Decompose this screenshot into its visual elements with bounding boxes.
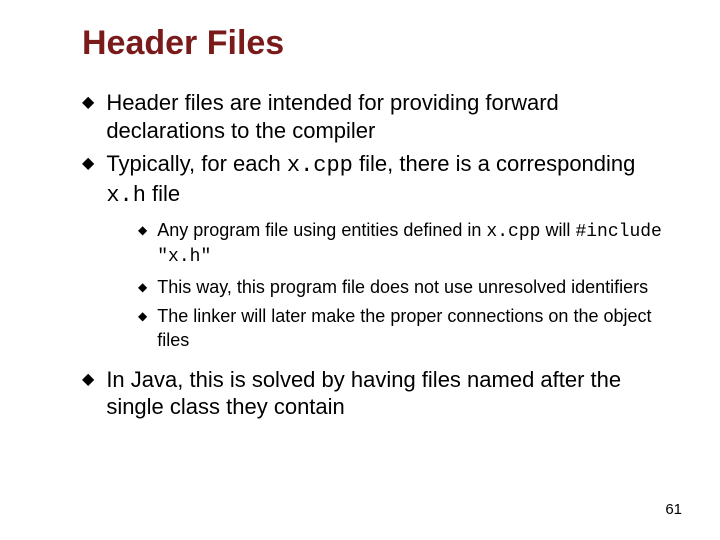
- bullet-item: ◆ Typically, for each x.cpp file, there …: [60, 150, 680, 209]
- bullet-text: Typically, for each x.cpp file, there is…: [106, 150, 680, 209]
- nested-bullet-item: ◆ This way, this program file does not u…: [60, 276, 680, 299]
- diamond-bullet-icon: ◆: [138, 219, 147, 241]
- bullet-text: In Java, this is solved by having files …: [106, 366, 680, 421]
- text-run: file: [146, 181, 180, 206]
- bullet-item: ◆ In Java, this is solved by having file…: [60, 366, 680, 421]
- bullet-text: Header files are intended for providing …: [106, 89, 680, 144]
- text-run: Typically, for each: [106, 151, 287, 176]
- diamond-bullet-icon: ◆: [82, 89, 94, 117]
- code-run: x.h: [106, 183, 146, 208]
- diamond-bullet-icon: ◆: [138, 276, 147, 298]
- nested-bullet-list: ◆ Any program file using entities define…: [60, 219, 680, 352]
- diamond-bullet-icon: ◆: [82, 150, 94, 178]
- code-run: x.cpp: [287, 153, 353, 178]
- slide-title: Header Files: [82, 24, 680, 63]
- code-run: x.cpp: [486, 222, 540, 242]
- text-run: file, there is a corresponding: [353, 151, 636, 176]
- diamond-bullet-icon: ◆: [138, 305, 147, 327]
- bullet-text: Any program file using entities defined …: [157, 219, 680, 270]
- nested-bullet-item: ◆ The linker will later make the proper …: [60, 305, 680, 352]
- nested-bullet-item: ◆ Any program file using entities define…: [60, 219, 680, 270]
- bullet-list: ◆ Header files are intended for providin…: [60, 89, 680, 421]
- bullet-text: This way, this program file does not use…: [157, 276, 680, 299]
- bullet-text: The linker will later make the proper co…: [157, 305, 680, 352]
- text-run: Any program file using entities defined …: [157, 220, 486, 240]
- diamond-bullet-icon: ◆: [82, 366, 94, 394]
- slide: Header Files ◆ Header files are intended…: [0, 0, 720, 540]
- page-number: 61: [665, 501, 682, 518]
- text-run: will: [540, 220, 575, 240]
- bullet-item: ◆ Header files are intended for providin…: [60, 89, 680, 144]
